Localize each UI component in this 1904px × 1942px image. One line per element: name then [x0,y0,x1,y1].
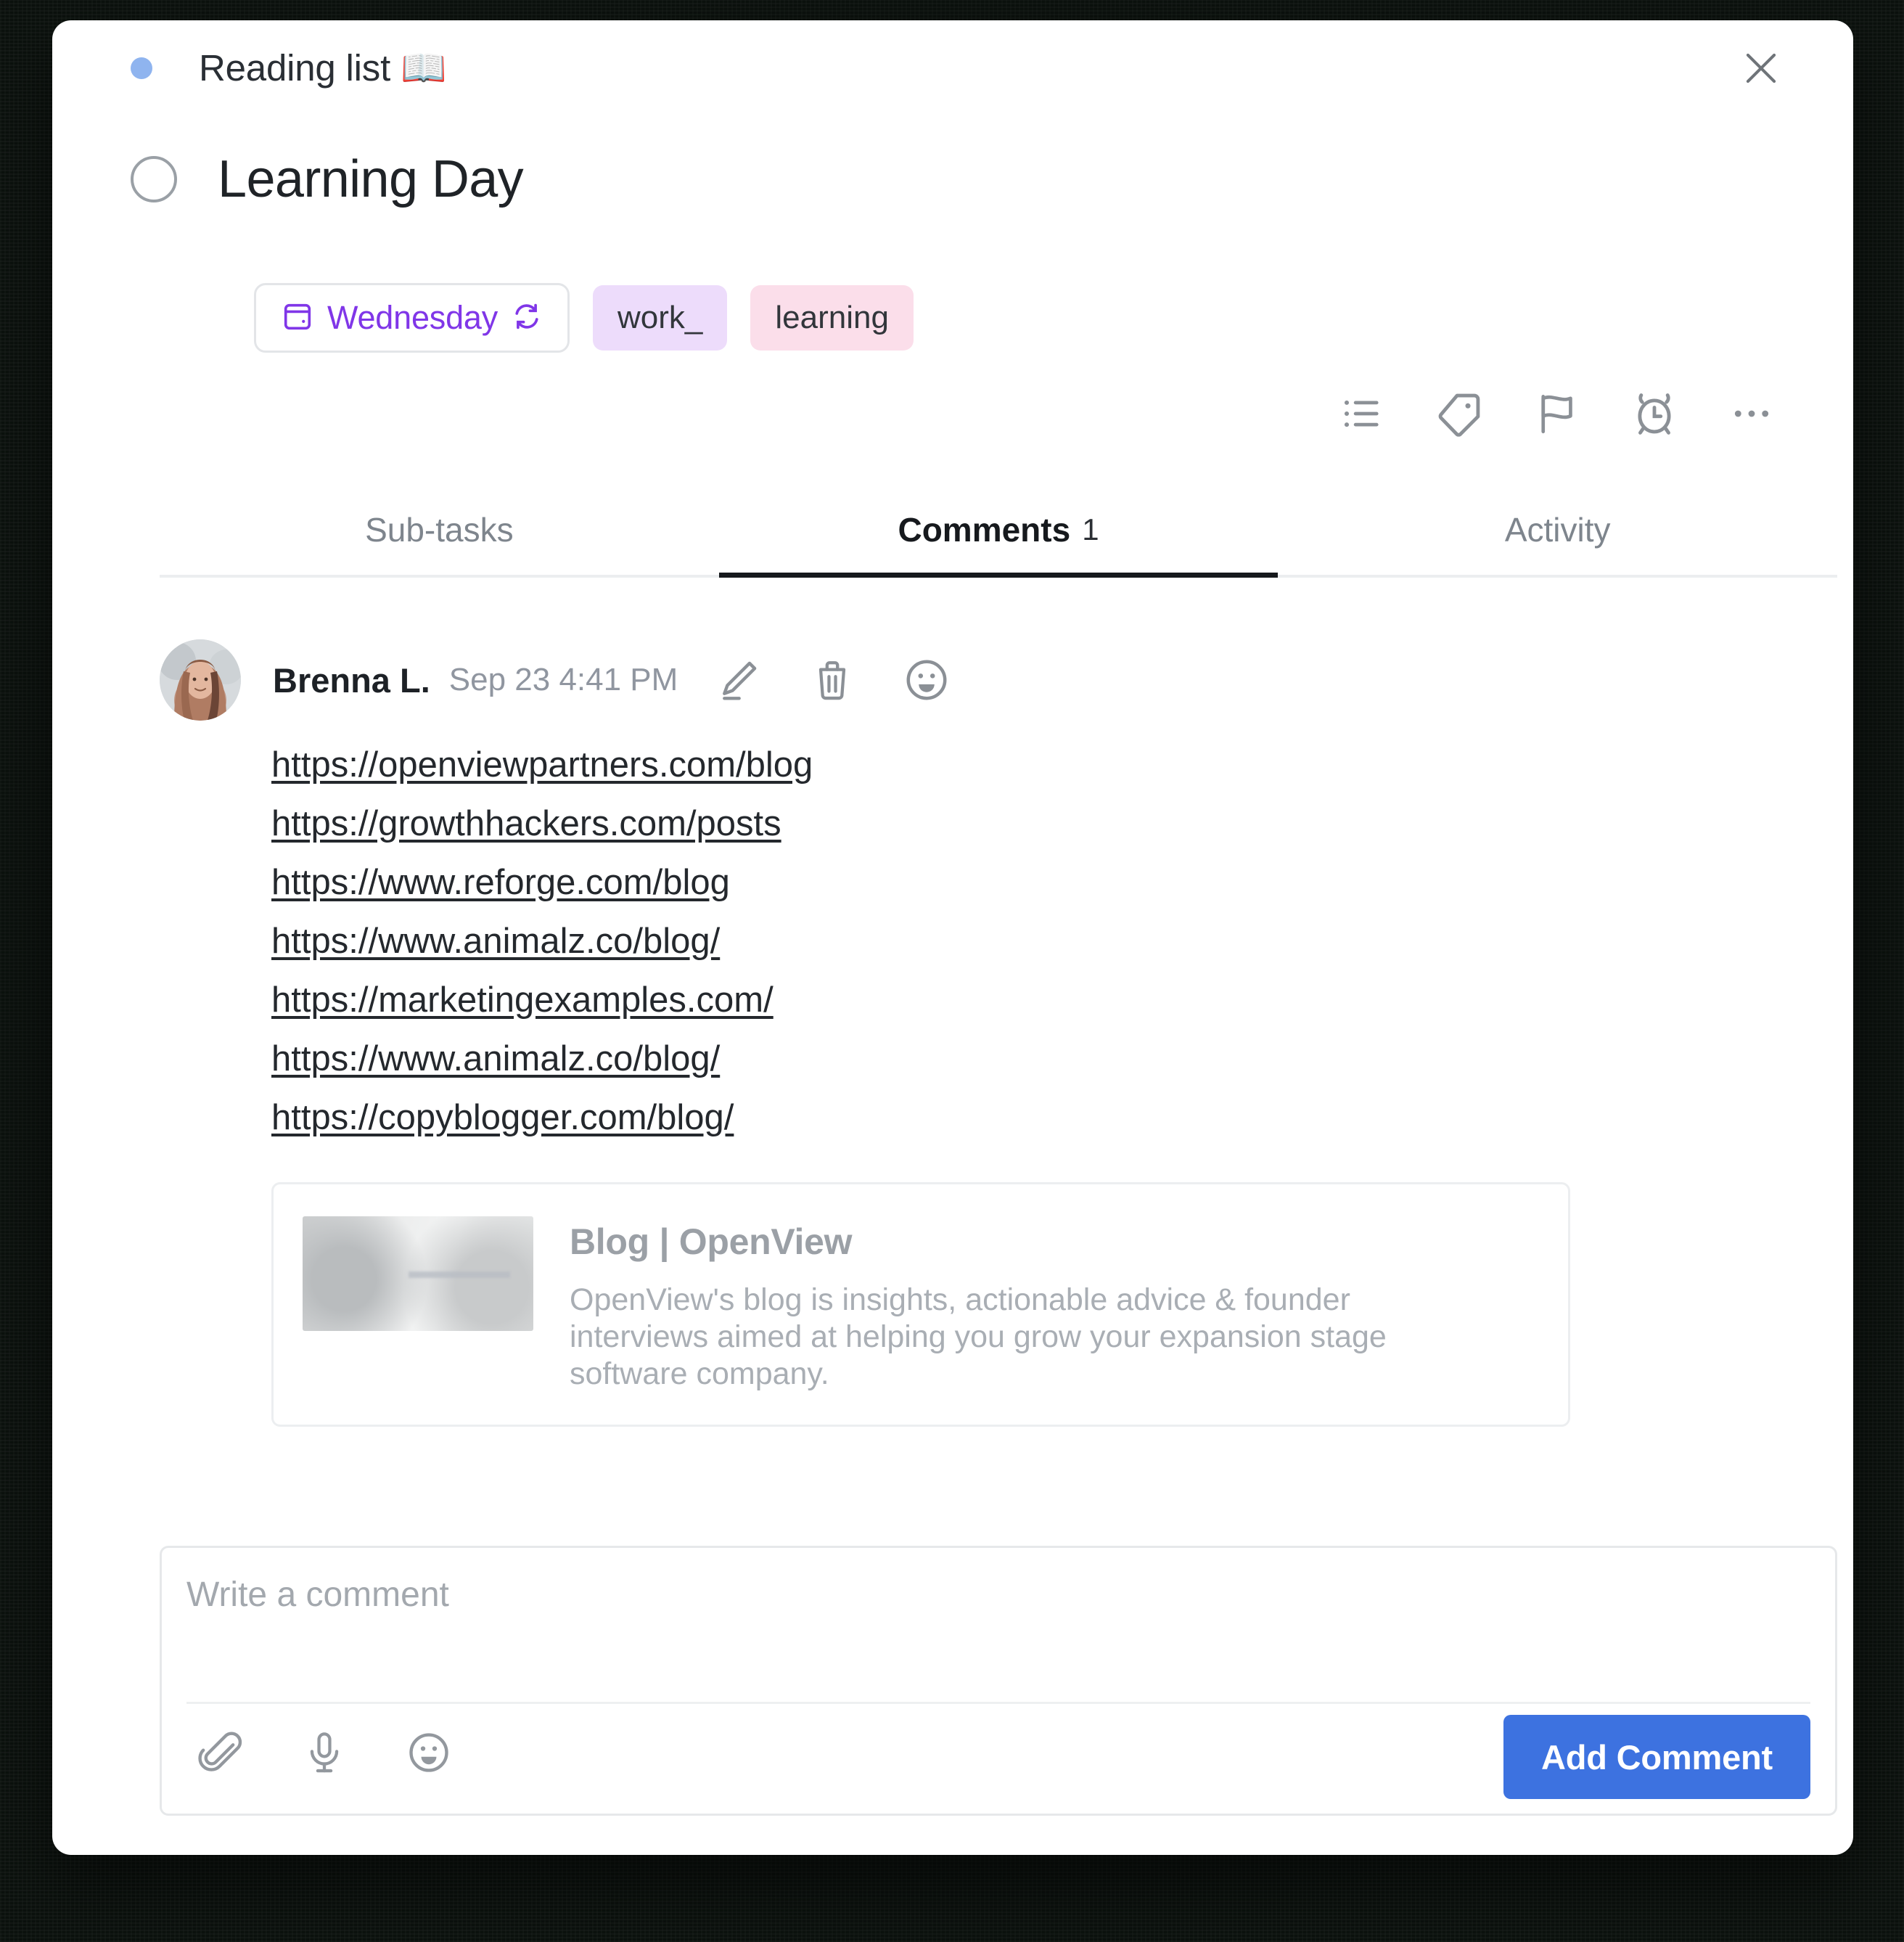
link-preview-card[interactable]: Blog | OpenView OpenView's blog is insig… [271,1182,1570,1427]
comment-link[interactable]: https://www.animalz.co/blog/ [271,912,1837,971]
tag-chip-learning[interactable]: learning [750,285,914,351]
comment-item: Brenna L. Sep 23 4:41 PM https://openvie… [160,637,1837,1427]
tab-comments-count: 1 [1082,512,1099,546]
detail-tabs: Sub-tasks Comments 1 Activity [160,485,1837,578]
emoji-icon[interactable] [401,1725,456,1780]
flag-icon[interactable] [1531,388,1583,440]
comment-link[interactable]: https://www.reforge.com/blog [271,853,1837,912]
due-date-chip[interactable]: Wednesday [254,283,570,353]
tab-comments[interactable]: Comments 1 [718,485,1279,578]
subtasks-icon[interactable] [1337,388,1389,440]
tab-sub-tasks-label: Sub-tasks [365,511,514,549]
task-chips-row: Wednesday work_ learning [254,283,914,353]
composer-divider [186,1702,1810,1704]
edit-icon[interactable] [711,653,765,707]
comment-author: Brenna L. [273,660,430,700]
task-action-toolbar [1337,388,1778,440]
more-icon[interactable] [1726,388,1778,440]
delete-icon[interactable] [805,653,859,707]
comment-header: Brenna L. Sep 23 4:41 PM [160,637,1837,723]
comment-composer: Add Comment [160,1546,1837,1816]
reminder-icon[interactable] [1628,388,1681,440]
comment-timestamp: Sep 23 4:41 PM [448,662,678,697]
tab-sub-tasks[interactable]: Sub-tasks [160,485,719,575]
comment-link[interactable]: https://openviewpartners.com/blog [271,736,1837,795]
comment-link[interactable]: https://marketingexamples.com/ [271,971,1837,1030]
task-title-row: Learning Day [131,149,524,209]
tag-icon[interactable] [1434,388,1486,440]
recurring-icon [511,300,543,336]
comment-link[interactable]: https://growthhackers.com/posts [271,795,1837,853]
task-detail-modal: Reading list 📖 Learning Day Wednesday wo… [52,20,1853,1855]
due-date-label: Wednesday [327,299,498,336]
link-preview-thumbnail [303,1216,533,1331]
link-preview-description: OpenView's blog is insights, actionable … [570,1282,1387,1391]
list-color-dot [131,57,152,79]
modal-header: Reading list 📖 [52,20,1853,116]
attachment-icon[interactable] [192,1725,247,1780]
tab-activity-label: Activity [1504,511,1611,549]
tab-activity[interactable]: Activity [1278,485,1837,575]
tab-comments-label: Comments [898,511,1071,549]
page-title[interactable]: Learning Day [218,149,524,209]
close-icon[interactable] [1733,40,1789,97]
react-icon[interactable] [900,653,953,707]
list-name-label: Reading list 📖 [199,47,447,89]
comment-link[interactable]: https://www.animalz.co/blog/ [271,1030,1837,1089]
link-preview-text: Blog | OpenView OpenView's blog is insig… [570,1216,1426,1393]
comment-links: https://openviewpartners.com/blog https:… [160,736,1837,1147]
calendar-icon [281,300,314,337]
avatar [160,639,241,721]
link-preview-title: Blog | OpenView [570,1221,853,1262]
microphone-icon[interactable] [297,1725,352,1780]
tag-chip-work[interactable]: work_ [593,285,728,351]
add-comment-button[interactable]: Add Comment [1503,1715,1810,1799]
task-complete-checkbox[interactable] [131,156,177,202]
comment-input[interactable] [186,1573,1810,1681]
comment-link[interactable]: https://copyblogger.com/blog/ [271,1089,1837,1147]
composer-toolbar [192,1725,456,1780]
